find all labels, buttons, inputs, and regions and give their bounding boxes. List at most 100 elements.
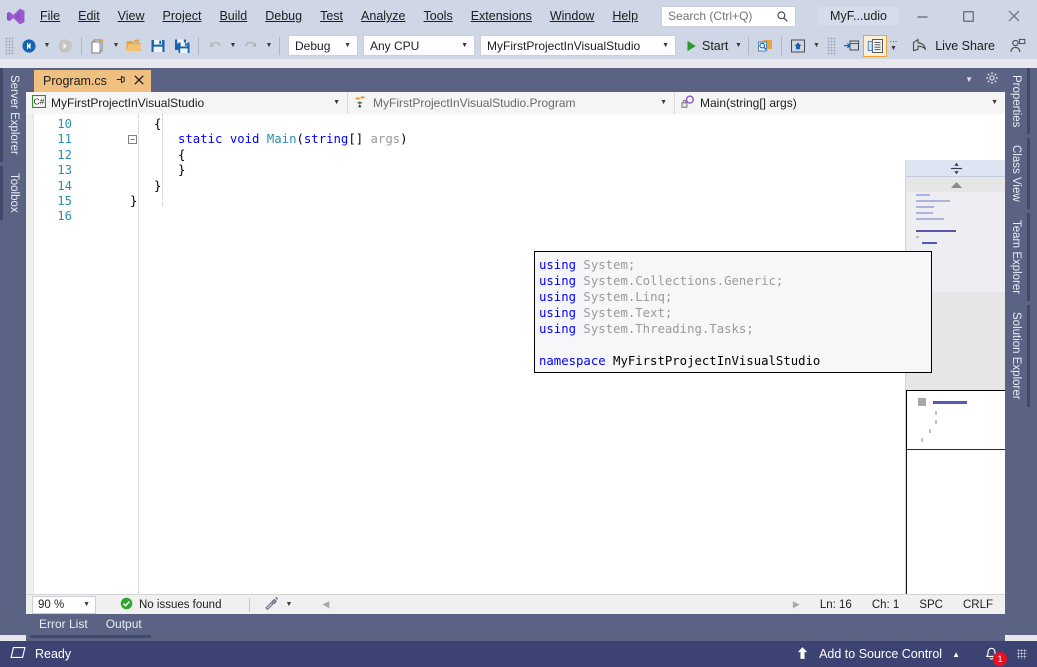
navbar-member-combo[interactable]: Main(string[] args) ▼ bbox=[675, 91, 1005, 114]
properties-window-icon[interactable] bbox=[839, 35, 863, 57]
menu-item-test[interactable]: Test bbox=[311, 0, 352, 32]
indentation-indicator[interactable]: SPC bbox=[919, 599, 943, 611]
success-check-icon bbox=[120, 597, 133, 613]
redo-icon[interactable] bbox=[239, 35, 263, 57]
notification-count-badge: 1 bbox=[993, 651, 1007, 666]
toolbar-grip-handle-2[interactable] bbox=[827, 36, 837, 55]
sidebar-item-class-view[interactable]: Class View bbox=[1005, 138, 1030, 210]
status-bar-right: Add to Source Control ▲ 1 bbox=[796, 646, 1037, 666]
issues-status[interactable]: No issues found bbox=[120, 597, 221, 613]
navigate-backward-dropdown-icon[interactable]: ▼ bbox=[41, 35, 53, 57]
solution-configuration-combo[interactable]: Debug ▼ bbox=[288, 35, 358, 56]
menu-item-debug[interactable]: Debug bbox=[256, 0, 311, 32]
search-in-files-icon[interactable] bbox=[753, 35, 777, 57]
search-input[interactable] bbox=[662, 9, 783, 23]
sidebar-item-solution-explorer[interactable]: Solution Explorer bbox=[1005, 305, 1030, 407]
minimap-viewport-indicator[interactable] bbox=[906, 390, 1005, 452]
account-manager-icon[interactable] bbox=[1005, 35, 1029, 57]
code-line[interactable]: 11 − static void Main(string[] args) bbox=[26, 132, 1005, 147]
menu-item-window[interactable]: Window bbox=[541, 0, 603, 32]
live-share-label: Live Share bbox=[935, 38, 995, 53]
scroll-right-icon[interactable]: ▶ bbox=[793, 599, 800, 610]
line-ending-indicator[interactable]: CRLF bbox=[963, 599, 993, 611]
tab-list-dropdown-icon[interactable]: ▼ bbox=[965, 75, 973, 84]
minimize-button[interactable] bbox=[899, 0, 945, 32]
start-debug-button[interactable]: Start bbox=[682, 35, 732, 57]
new-project-icon[interactable] bbox=[86, 35, 110, 57]
document-tab-row: Program.cs ▼ bbox=[26, 68, 1005, 92]
code-line[interactable]: 15} bbox=[26, 194, 1005, 209]
notifications-button[interactable]: 1 bbox=[984, 647, 1007, 666]
toolbar-separator-2 bbox=[198, 36, 199, 55]
menu-item-help[interactable]: Help bbox=[603, 0, 647, 32]
line-number: 14 bbox=[57, 178, 72, 193]
menu-item-project[interactable]: Project bbox=[154, 0, 211, 32]
gear-icon[interactable] bbox=[985, 71, 999, 88]
solution-platform-combo[interactable]: Any CPU ▼ bbox=[363, 35, 475, 56]
zoom-level-combo[interactable]: 90 % ▼ bbox=[32, 595, 96, 614]
new-project-dropdown-icon[interactable]: ▼ bbox=[110, 35, 122, 57]
resize-grip-icon[interactable] bbox=[1017, 649, 1027, 659]
code-line[interactable]: 16 bbox=[26, 209, 1005, 224]
sidebar-item-team-explorer[interactable]: Team Explorer bbox=[1005, 213, 1030, 302]
source-control-caret-up-icon[interactable]: ▲ bbox=[952, 650, 960, 659]
menu-item-analyze[interactable]: Analyze bbox=[352, 0, 414, 32]
code-line[interactable]: 12 { bbox=[26, 148, 1005, 163]
navbar-project-combo[interactable]: C# MyFirstProjectInVisualStudio ▼ bbox=[26, 91, 348, 114]
editor-minimap-scrollbar[interactable] bbox=[905, 160, 1005, 635]
fold-toggle-icon[interactable]: − bbox=[128, 135, 137, 145]
scroll-left-icon[interactable]: ◀ bbox=[322, 599, 329, 610]
toolbar-separator-3 bbox=[279, 36, 280, 55]
standard-toolbar: ▼ ▼ ▼ ▼ Debug ▼ Any CPU ▼ MyFirstProject… bbox=[0, 32, 1037, 59]
start-dropdown-icon[interactable]: ▼ bbox=[732, 35, 744, 57]
navigate-backward-icon[interactable] bbox=[17, 35, 41, 57]
toolbar-separator bbox=[81, 36, 82, 55]
save-all-icon[interactable] bbox=[170, 35, 194, 57]
toolbar-separator-5 bbox=[781, 36, 783, 55]
source-control-upload-icon bbox=[796, 646, 809, 663]
undo-icon[interactable] bbox=[203, 35, 227, 57]
more-windows-dropdown-icon[interactable]: ⋯ ▼ bbox=[887, 35, 899, 57]
maximize-button[interactable] bbox=[945, 0, 991, 32]
menu-item-edit[interactable]: Edit bbox=[69, 0, 109, 32]
undo-dropdown-icon[interactable]: ▼ bbox=[227, 35, 239, 57]
code-line[interactable]: 13} bbox=[26, 163, 1005, 178]
code-cleanup-dropdown-icon[interactable]: ▼ bbox=[285, 601, 292, 608]
minimap-split-handle[interactable] bbox=[906, 160, 1005, 177]
csharp-project-icon: C# bbox=[32, 94, 46, 111]
sidebar-item-server-explorer[interactable]: Server Explorer bbox=[0, 68, 25, 162]
column-number-indicator: Ch: 1 bbox=[871, 598, 900, 611]
menu-item-tools[interactable]: Tools bbox=[415, 0, 462, 32]
scroll-up-icon[interactable] bbox=[906, 178, 1005, 192]
close-icon[interactable] bbox=[134, 74, 144, 88]
solution-explorer-icon[interactable] bbox=[863, 34, 888, 57]
tab-error-list[interactable]: Error List bbox=[30, 614, 97, 631]
navigate-forward-icon[interactable] bbox=[53, 35, 77, 57]
code-line[interactable]: 10 { bbox=[26, 117, 1005, 132]
home-window-dropdown-icon[interactable]: ▼ bbox=[810, 35, 822, 57]
document-tab-program-cs[interactable]: Program.cs bbox=[34, 70, 151, 92]
sidebar-item-toolbox[interactable]: Toolbox bbox=[0, 165, 25, 220]
save-file-icon[interactable] bbox=[146, 35, 170, 57]
close-button[interactable] bbox=[991, 0, 1037, 32]
sidebar-item-properties[interactable]: Properties bbox=[1005, 68, 1030, 135]
home-window-icon[interactable] bbox=[786, 35, 810, 57]
quick-launch-search[interactable] bbox=[661, 5, 797, 27]
line-number: 15 bbox=[57, 193, 72, 208]
open-file-icon[interactable] bbox=[122, 35, 146, 57]
menu-item-extensions[interactable]: Extensions bbox=[462, 0, 541, 32]
toolbar-grip-handle[interactable] bbox=[5, 36, 14, 55]
pin-icon[interactable] bbox=[115, 74, 126, 88]
redo-dropdown-icon[interactable]: ▼ bbox=[263, 35, 275, 57]
menu-item-build[interactable]: Build bbox=[210, 0, 256, 32]
navbar-type-combo[interactable]: MyFirstProjectInVisualStudio.Program ▼ bbox=[348, 91, 675, 114]
code-line[interactable]: 14} bbox=[26, 179, 1005, 194]
menu-item-view[interactable]: View bbox=[109, 0, 154, 32]
code-cleanup-icon[interactable] bbox=[264, 596, 279, 613]
menu-item-file[interactable]: File bbox=[31, 0, 69, 32]
tab-output[interactable]: Output bbox=[97, 614, 151, 631]
startup-project-combo[interactable]: MyFirstProjectInVisualStudio ▼ bbox=[480, 35, 676, 56]
live-share-button[interactable]: Live Share bbox=[912, 38, 995, 53]
add-to-source-control-button[interactable]: Add to Source Control bbox=[819, 647, 942, 661]
code-editor-surface[interactable]: 10 {11 − static void Main(string[] args) 12 {… bbox=[26, 114, 1005, 635]
